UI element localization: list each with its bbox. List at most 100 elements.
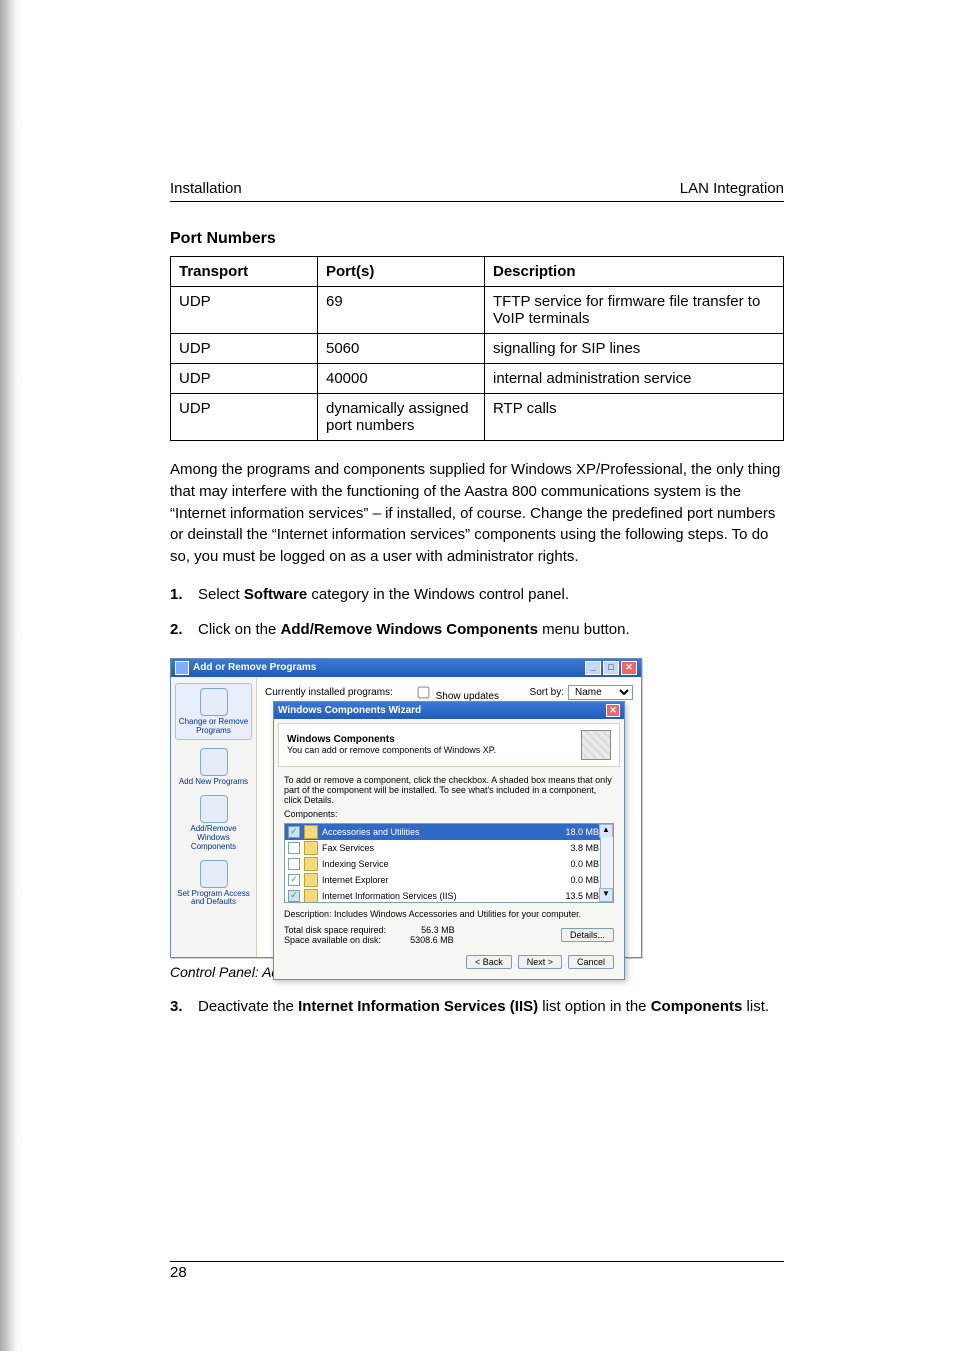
cell-desc: RTP calls (485, 394, 784, 441)
header-right: LAN Integration (680, 180, 784, 197)
arp-sidebar: Change or Remove Programs Add New Progra… (171, 677, 257, 957)
installed-programs-label: Currently installed programs: (265, 687, 393, 698)
windows-components-wizard-dialog: Windows Components Wizard ✕ Windows Comp… (273, 701, 625, 980)
step-number: 2. (170, 621, 188, 638)
cell-ports: dynamically as­signed port num­bers (318, 394, 485, 441)
step-pre: Select (198, 586, 244, 603)
wizard-banner-icon (581, 730, 611, 760)
show-updates-checkbox[interactable] (417, 686, 429, 698)
cell-desc: signalling for SIP lines (485, 334, 784, 364)
windows-components-icon (200, 795, 228, 823)
disk-avail-label: Space available on disk: (284, 935, 381, 945)
step-bold: Software (244, 586, 307, 603)
wizard-instructions: To add or remove a component, click the … (284, 775, 614, 805)
step-number: 1. (170, 586, 188, 603)
minimize-button[interactable]: _ (585, 661, 601, 675)
table-row: UDP 40000 internal administration servic… (171, 364, 784, 394)
details-button[interactable]: Details... (561, 928, 614, 942)
cell-ports: 69 (318, 287, 485, 334)
sortby-label: Sort by: (530, 687, 564, 698)
disk-space-info: Total disk space required: 56.3 MB Space… (284, 925, 455, 945)
sidebar-item-change-remove[interactable]: Change or Remove Programs (175, 683, 252, 741)
scroll-down-button[interactable]: ▼ (599, 888, 613, 902)
checkbox-icon[interactable] (288, 858, 300, 870)
sidebar-label: Add/Remove Windows Components (175, 825, 252, 851)
checkbox-icon[interactable]: ✓ (288, 826, 300, 838)
wizard-button-row: < Back Next > Cancel (284, 955, 614, 969)
running-header: Installation LAN Integration (170, 180, 784, 202)
step-number: 3. (170, 998, 188, 1015)
component-row-ie[interactable]: ✓ Internet Explorer 0.0 MB (285, 872, 613, 888)
checkbox-icon[interactable]: ✓ (288, 890, 300, 902)
disk-avail-value: 5308.6 MB (410, 935, 454, 945)
cell-transport: UDP (171, 334, 318, 364)
sidebar-label: Add New Programs (175, 778, 252, 787)
component-name: Indexing Service (322, 859, 389, 869)
wizard-titlebar[interactable]: Windows Components Wizard ✕ (274, 702, 624, 719)
component-name: Internet Explorer (322, 875, 389, 885)
wizard-title: Windows Components Wizard (278, 705, 421, 716)
screenshot: Add or Remove Programs _ □ ✕ Change or R… (170, 658, 640, 980)
wizard-banner: Windows Components You can add or remove… (278, 723, 620, 767)
cancel-button[interactable]: Cancel (568, 955, 614, 969)
cell-ports: 40000 (318, 364, 485, 394)
folder-icon (304, 825, 318, 839)
component-name: Internet Information Services (IIS) (322, 891, 457, 901)
step-pre: Click on the (198, 621, 281, 638)
table-row: UDP 5060 signalling for SIP lines (171, 334, 784, 364)
desc-label: Description: (284, 909, 332, 919)
th-description: Description (485, 257, 784, 287)
component-size: 0.0 MB (570, 859, 599, 869)
step-bold: Internet Information Services (IIS) (298, 998, 538, 1015)
component-row-indexing[interactable]: Indexing Service 0.0 MB (285, 856, 613, 872)
folder-icon (304, 889, 318, 903)
maximize-button[interactable]: □ (603, 661, 619, 675)
folder-icon (304, 857, 318, 871)
cell-ports: 5060 (318, 334, 485, 364)
back-button[interactable]: < Back (466, 955, 512, 969)
page-number: 28 (170, 1264, 187, 1281)
component-row-fax[interactable]: Fax Services 3.8 MB (285, 840, 613, 856)
page-binding-shadow (0, 0, 24, 1351)
next-button[interactable]: Next > (518, 955, 562, 969)
component-name: Fax Services (322, 843, 374, 853)
sidebar-item-set-program-access[interactable]: Set Program Access and Defaults (175, 860, 252, 908)
page: Installation LAN Integration Port Number… (0, 0, 954, 1351)
step-2: 2. Click on the Add/Remove Windows Compo… (170, 621, 784, 638)
cell-desc: TFTP service for firmware file transfer … (485, 287, 784, 334)
cell-transport: UDP (171, 364, 318, 394)
page-footer: 28 (170, 1261, 784, 1281)
components-listbox[interactable]: ▲ ▼ ✓ Accessories and Utilities 18.0 MB (284, 823, 614, 903)
show-updates-group: Show updates (413, 683, 499, 702)
sidebar-item-add-new[interactable]: Add New Programs (175, 748, 252, 787)
close-button[interactable]: ✕ (621, 661, 637, 675)
add-remove-programs-window: Add or Remove Programs _ □ ✕ Change or R… (170, 658, 642, 958)
sortby-select[interactable]: Name (568, 685, 633, 700)
add-new-icon (200, 748, 228, 776)
cell-desc: internal administration service (485, 364, 784, 394)
sidebar-item-windows-components[interactable]: Add/Remove Windows Components (175, 795, 252, 851)
step-post: menu button. (538, 621, 630, 638)
header-left: Installation (170, 180, 242, 197)
folder-icon (304, 873, 318, 887)
window-titlebar[interactable]: Add or Remove Programs _ □ ✕ (171, 659, 641, 677)
wizard-subheading: You can add or remove components of Wind… (287, 745, 496, 755)
step-1: 1. Select Software category in the Windo… (170, 586, 784, 603)
table-row: UDP 69 TFTP service for firmware file tr… (171, 287, 784, 334)
change-remove-icon (200, 688, 228, 716)
checkbox-icon[interactable]: ✓ (288, 874, 300, 886)
component-name: Accessories and Utilities (322, 827, 420, 837)
step-text: Select Software category in the Windows … (198, 586, 569, 603)
checkbox-icon[interactable] (288, 842, 300, 854)
table-row: UDP dynamically as­signed port num­bers … (171, 394, 784, 441)
scrollbar-track[interactable] (600, 837, 613, 889)
component-row-accessories[interactable]: ✓ Accessories and Utilities 18.0 MB (285, 824, 613, 840)
components-label: Components: (284, 809, 614, 819)
wizard-close-button[interactable]: ✕ (606, 704, 620, 717)
step-pre: Deactivate the (198, 998, 298, 1015)
arp-top-row: Currently installed programs: Show updat… (265, 683, 633, 702)
component-size: 3.8 MB (570, 843, 599, 853)
port-numbers-table: Transport Port(s) Description UDP 69 TFT… (170, 256, 784, 441)
scroll-up-button[interactable]: ▲ (599, 824, 613, 838)
component-row-iis[interactable]: ✓ Internet Information Services (IIS) 13… (285, 888, 613, 903)
